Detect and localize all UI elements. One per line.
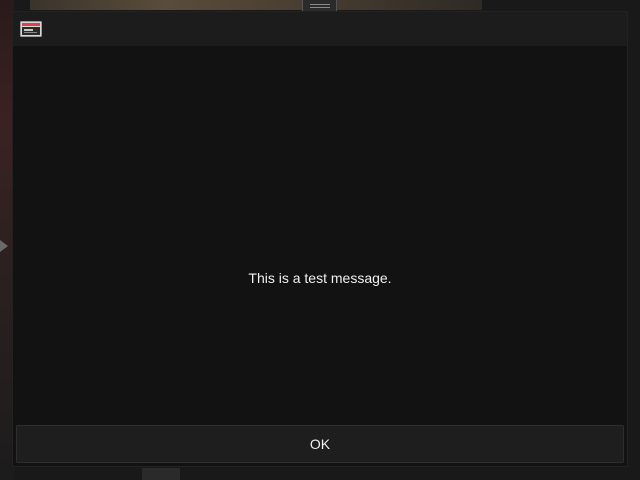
background-bottom-tab bbox=[142, 468, 180, 480]
background-window-strip bbox=[30, 0, 482, 10]
dialog-titlebar[interactable] bbox=[13, 12, 627, 46]
dialog-message: This is a test message. bbox=[248, 270, 392, 286]
app-window-icon bbox=[20, 21, 42, 37]
ok-button[interactable]: OK bbox=[16, 425, 624, 463]
message-dialog: This is a test message. OK bbox=[12, 11, 628, 467]
background-arrow-shape bbox=[0, 240, 8, 252]
